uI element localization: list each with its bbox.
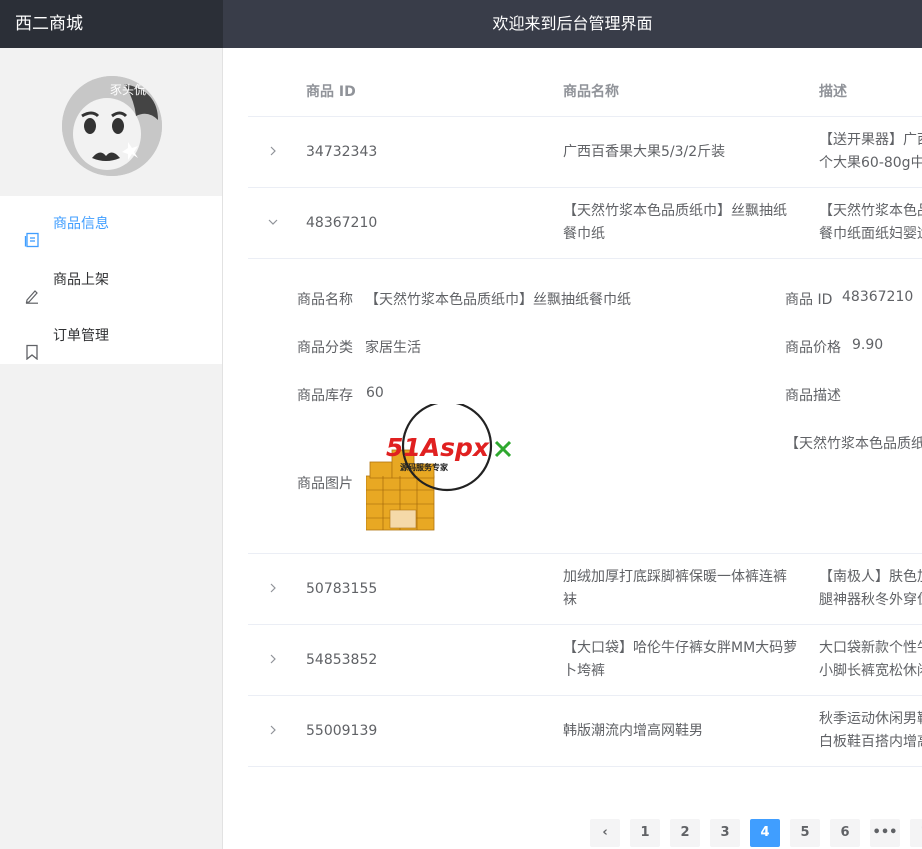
cell-name: 韩版潮流内增高网鞋男: [563, 723, 703, 739]
avatar-area: 豕头侃: [0, 48, 222, 196]
document-icon: [24, 216, 40, 248]
last-page-button[interactable]: 1: [910, 819, 922, 847]
sidebar-item-product-info[interactable]: 商品信息: [0, 196, 222, 252]
prev-page-button[interactable]: ‹: [590, 819, 620, 847]
edit-icon: [24, 272, 40, 304]
column-header-desc[interactable]: 描述: [819, 68, 847, 116]
cell-id: 34732343: [306, 144, 378, 160]
cell-id: 54853852: [306, 652, 378, 668]
product-table: 商品 ID 商品名称 描述 34732343 广西百香果大果5/3/2斤装 【送…: [248, 68, 922, 767]
expanded-detail: 商品名称 【天然竹浆本色品质纸巾】丝飘抽纸餐巾纸 商品 ID 48367210 …: [248, 259, 922, 554]
product-image: 51Aspx 源码服务专家: [366, 404, 511, 531]
detail-desc-label: 商品描述: [785, 388, 841, 404]
pagination: ‹ 1 2 3 4 5 6 ••• 1: [590, 819, 922, 847]
detail-image-label: 商品图片: [297, 476, 353, 492]
bookmark-icon: [24, 328, 40, 361]
cell-id: 50783155: [306, 581, 378, 597]
watermark-subtext: 源码服务专家: [400, 462, 449, 472]
sidebar-item-label: 商品信息: [53, 216, 109, 232]
detail-price-value: 9.90: [852, 337, 884, 353]
table-row[interactable]: 48367210 【天然竹浆本色品质纸巾】丝飘抽纸 餐巾纸 【天然竹浆本色品 餐…: [248, 188, 922, 259]
cell-desc-line2: 餐巾纸面纸妇婴适: [819, 226, 922, 242]
page-button-2[interactable]: 2: [670, 819, 700, 847]
table-row[interactable]: 34732343 广西百香果大果5/3/2斤装 【送开果器】广西 个大果60-8…: [248, 117, 922, 188]
detail-name-value: 【天然竹浆本色品质纸巾】丝飘抽纸餐巾纸: [365, 292, 631, 308]
chevron-right-icon[interactable]: [268, 725, 278, 735]
table-row[interactable]: 55009139 韩版潮流内增高网鞋男 秋季运动休闲男鞋 白板鞋百搭内增高: [248, 696, 922, 767]
chevron-right-icon[interactable]: [268, 146, 278, 156]
avatar-text: 豕头侃: [110, 83, 146, 97]
cell-id: 55009139: [306, 723, 378, 739]
cell-name-line2: 餐巾纸: [563, 226, 605, 242]
detail-id-label: 商品 ID: [785, 292, 833, 308]
cell-desc: 【天然竹浆本色品: [819, 203, 922, 219]
cell-desc: 【送开果器】广西: [819, 132, 922, 148]
table-row[interactable]: 50783155 加绒加厚打底踩脚裤保暖一体裤连裤 袜 【南极人】肤色加 腿神器…: [248, 554, 922, 625]
sidebar-item-order-management[interactable]: 订单管理: [0, 308, 222, 364]
cell-name: 广西百香果大果5/3/2斤装: [563, 144, 726, 160]
cell-desc-line2: 白板鞋百搭内增高: [819, 734, 922, 750]
table-row[interactable]: 54853852 【大口袋】哈伦牛仔裤女胖MM大码萝 卜垮裤 大口袋新款个性牛 …: [248, 625, 922, 696]
page-button-1[interactable]: 1: [630, 819, 660, 847]
page-button-6[interactable]: 6: [830, 819, 860, 847]
cell-id: 48367210: [306, 215, 378, 231]
page-button-4[interactable]: 4: [750, 819, 780, 847]
welcome-title: 欢迎来到后台管理界面: [492, 14, 653, 33]
top-bar: 西二商城 欢迎来到后台管理界面: [0, 0, 922, 48]
table-header: 商品 ID 商品名称 描述: [248, 68, 922, 117]
avatar: 豕头侃: [62, 76, 162, 176]
cell-name: 【天然竹浆本色品质纸巾】丝飘抽纸: [563, 203, 787, 219]
more-pages-button[interactable]: •••: [870, 819, 900, 847]
detail-name-label: 商品名称: [297, 292, 353, 308]
cell-name-line2: 卜垮裤: [563, 663, 605, 679]
cell-desc-line2: 腿神器秋冬外穿住: [819, 592, 922, 608]
sidebar-item-label: 订单管理: [53, 328, 109, 344]
page-button-3[interactable]: 3: [710, 819, 740, 847]
chevron-down-icon[interactable]: [268, 217, 278, 227]
cell-desc: 大口袋新款个性牛: [819, 640, 922, 656]
chevron-right-icon[interactable]: [268, 654, 278, 664]
detail-desc-value: 【天然竹浆本色品质纸: [785, 436, 922, 452]
cell-name: 加绒加厚打底踩脚裤保暖一体裤连裤: [563, 569, 787, 585]
detail-category-value: 家居生活: [365, 340, 421, 356]
sidebar: 豕头侃 商品信息 商品上架 订单管理: [0, 48, 223, 849]
sidebar-item-label: 商品上架: [53, 272, 109, 288]
detail-price-label: 商品价格: [785, 340, 841, 356]
cell-desc: 【南极人】肤色加: [819, 569, 922, 585]
cell-desc-line2: 小脚长裤宽松休闲: [819, 663, 922, 679]
brand-title[interactable]: 西二商城: [0, 0, 223, 48]
detail-category-label: 商品分类: [297, 340, 353, 356]
detail-stock-label: 商品库存: [297, 388, 353, 404]
cell-desc: 秋季运动休闲男鞋: [819, 711, 922, 727]
cell-name-line2: 袜: [563, 592, 577, 608]
chevron-right-icon[interactable]: [268, 583, 278, 593]
column-header-name[interactable]: 商品名称: [563, 68, 619, 116]
watermark-text: 51Aspx: [386, 433, 490, 462]
cell-name: 【大口袋】哈伦牛仔裤女胖MM大码萝: [563, 640, 798, 656]
cell-desc-line2: 个大果60-80g中4: [819, 155, 922, 171]
detail-stock-value: 60: [366, 385, 384, 401]
main-content: 商品 ID 商品名称 描述 34732343 广西百香果大果5/3/2斤装 【送…: [224, 48, 922, 849]
sidebar-item-product-listing[interactable]: 商品上架: [0, 252, 222, 308]
column-header-id[interactable]: 商品 ID: [306, 68, 356, 116]
sidebar-menu: 商品信息 商品上架 订单管理: [0, 196, 222, 364]
detail-id-value: 48367210: [842, 289, 914, 305]
page-button-5[interactable]: 5: [790, 819, 820, 847]
